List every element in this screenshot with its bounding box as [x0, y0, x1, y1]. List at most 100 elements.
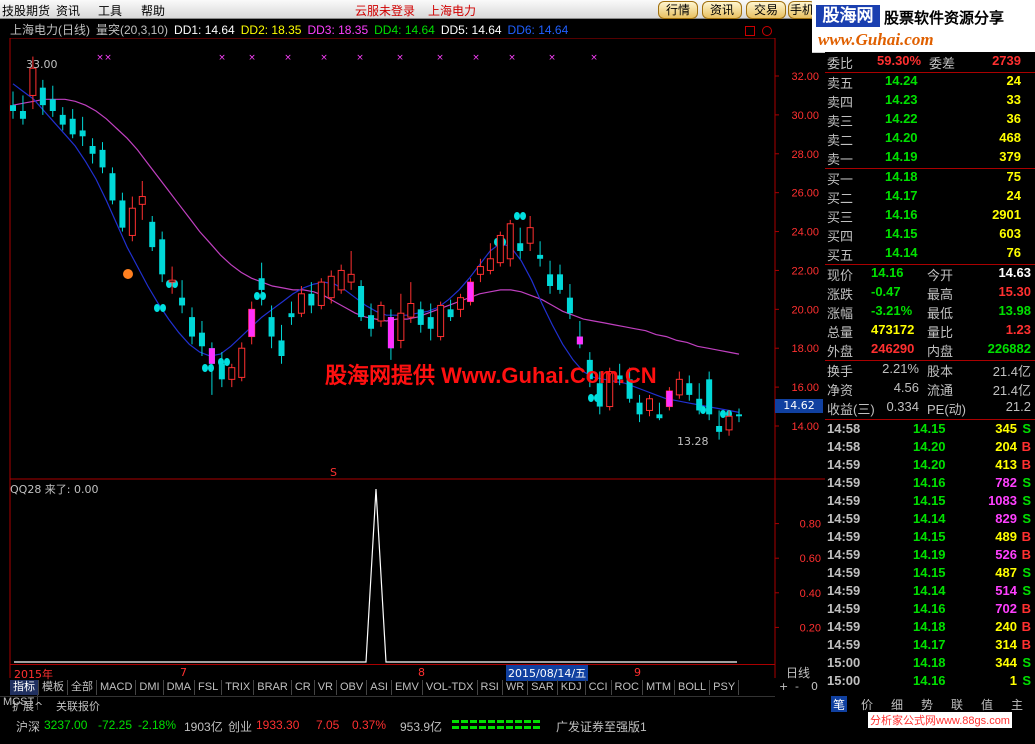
- indicator-tab-22[interactable]: BOLL: [675, 680, 711, 695]
- indicator-tab-4[interactable]: DMI: [136, 680, 164, 695]
- menu-item-help[interactable]: 帮助: [141, 2, 165, 19]
- fundamental-label-2: 流通: [927, 383, 954, 398]
- indicator-tab-11[interactable]: OBV: [337, 680, 368, 695]
- zoom-out-button[interactable]: -: [795, 680, 799, 693]
- indicator-tab-2[interactable]: 全部: [68, 680, 97, 695]
- stat-label: 总量: [827, 325, 854, 340]
- quote-tab-4[interactable]: 联: [951, 696, 963, 713]
- butterfly-wing: [588, 394, 594, 402]
- sell-row-3[interactable]: 卖三 14.22 36: [825, 111, 1033, 130]
- buy-row-1[interactable]: 买一 14.18 75: [825, 169, 1033, 188]
- divider: [825, 419, 1035, 420]
- zoom-reset-button[interactable]: 0: [811, 680, 818, 693]
- fundamental-row: 换手 2.21% 股本 21.4亿: [825, 361, 1033, 380]
- sh-index-label[interactable]: 沪深: [16, 718, 40, 735]
- indicator-tab-12[interactable]: ASI: [367, 680, 392, 695]
- tick-side: B: [1021, 529, 1031, 544]
- stat-label-2: 今开: [927, 268, 954, 283]
- news-button[interactable]: 资讯: [702, 1, 742, 19]
- sell-row-1[interactable]: 卖一 14.19 379: [825, 149, 1033, 168]
- indicator-tab-17[interactable]: SAR: [528, 680, 558, 695]
- signal-marker: ×: [104, 53, 112, 63]
- quote-tab-6[interactable]: 主: [1011, 696, 1023, 713]
- buy-row-3[interactable]: 买三 14.16 2901: [825, 207, 1033, 226]
- quote-tab-2[interactable]: 细: [891, 696, 903, 713]
- stat-label: 外盘: [827, 344, 854, 359]
- indicator-tab-19[interactable]: CCI: [586, 680, 612, 695]
- candle-body-up: [397, 312, 405, 341]
- quote-tab-0[interactable]: 笔: [831, 696, 848, 713]
- stat-value: 473172: [871, 322, 915, 337]
- indicator-tab-16[interactable]: WR: [503, 680, 529, 695]
- tick-time: 15:00: [827, 673, 861, 688]
- buy-row-5[interactable]: 买五 14.14 76: [825, 245, 1033, 264]
- sell-row-2[interactable]: 卖二 14.20 468: [825, 130, 1033, 149]
- indicator-tab-7[interactable]: TRIX: [222, 680, 255, 695]
- buy-row-2[interactable]: 买二 14.17 24: [825, 188, 1033, 207]
- chart-settings-icon[interactable]: [745, 26, 755, 36]
- tick-row: 14:59 14.15 487 S: [825, 565, 1033, 583]
- sell-label: 卖一: [827, 152, 854, 167]
- tick-price: 14.16: [913, 475, 946, 490]
- tick-volume: 702: [995, 601, 1017, 616]
- menu-item-tools[interactable]: 工具: [98, 2, 122, 19]
- sell-row-4[interactable]: 卖四 14.23 33: [825, 92, 1033, 111]
- indicator-tab-9[interactable]: CR: [292, 680, 315, 695]
- sub-tick-label: 0.20: [800, 622, 821, 634]
- date-axis: 2015年 7 8 2015/08/14/五 9: [10, 664, 775, 681]
- buy-row-4[interactable]: 买四 14.15 603: [825, 226, 1033, 245]
- price-tick-label: 32.00: [791, 71, 819, 83]
- tick-side: S: [1022, 493, 1031, 508]
- trade-button[interactable]: 交易: [746, 1, 786, 19]
- sell-label: 卖三: [827, 114, 854, 129]
- indicator-tab-8[interactable]: BRAR: [254, 680, 292, 695]
- tick-volume: 829: [995, 511, 1017, 526]
- site-logo: 股海网 股票软件资源分享 www.Guhai.com: [812, 0, 1035, 53]
- tick-volume: 514: [995, 583, 1017, 598]
- quote-button[interactable]: 行情: [658, 1, 698, 19]
- sell-label: 卖二: [827, 133, 854, 148]
- tick-price: 14.17: [913, 637, 946, 652]
- indicator-tab-14[interactable]: VOL-TDX: [423, 680, 478, 695]
- candle-body-down: [517, 243, 524, 251]
- signal-marker: ×: [248, 53, 256, 63]
- indicator-tab-0[interactable]: 指标: [10, 680, 39, 695]
- indicator-tab-1[interactable]: 模板: [39, 680, 68, 695]
- candle-body-up: [486, 258, 494, 271]
- menu-item-news[interactable]: 资讯: [56, 2, 80, 19]
- indicator-tab-13[interactable]: EMV: [392, 680, 423, 695]
- chart-info-icon[interactable]: [762, 26, 772, 36]
- quote-tab-5[interactable]: 值: [981, 696, 993, 713]
- indicator-tab-23[interactable]: PSY: [710, 680, 740, 695]
- indicator-tab-10[interactable]: VR: [315, 680, 337, 695]
- menu-item-market[interactable]: 技股期货: [2, 2, 50, 19]
- indicator-tab-18[interactable]: KDJ: [558, 680, 586, 695]
- tick-price: 14.18: [913, 655, 946, 670]
- price-tick-label: 26.00: [791, 188, 819, 200]
- indicator-tab-5[interactable]: DMA: [164, 680, 196, 695]
- indicator-tab-21[interactable]: MTM: [643, 680, 676, 695]
- quote-tab-3[interactable]: 势: [921, 696, 933, 713]
- status-bar: 沪深 3237.00 -72.25 -2.18% 1903亿 创业 1933.3…: [0, 712, 1035, 744]
- tick-price: 14.15: [913, 529, 946, 544]
- tick-side: S: [1022, 583, 1031, 598]
- cloud-login-status[interactable]: 云服未登录: [355, 2, 415, 19]
- indicator-tab-20[interactable]: ROC: [612, 680, 643, 695]
- tick-row: 14:58 14.20 204 B: [825, 439, 1033, 457]
- indicator-tab-3[interactable]: MACD: [97, 680, 137, 695]
- fundamental-value-2: 21.2: [1005, 399, 1031, 414]
- signal-marker: ×: [472, 53, 480, 63]
- indicator-tab-6[interactable]: FSL: [195, 680, 223, 695]
- sub-tick-label: 0.80: [800, 519, 821, 531]
- sub-tick-label: 0.60: [800, 553, 821, 565]
- buy-volume: 75: [1006, 169, 1021, 184]
- quote-tab-1[interactable]: 价: [861, 696, 873, 713]
- cy-index-label[interactable]: 创业: [228, 718, 252, 735]
- period-label[interactable]: 日线: [786, 664, 810, 681]
- fundamental-row: 收益(三) 0.334 PE(动) 21.2: [825, 399, 1033, 418]
- sell-row-5[interactable]: 卖五 14.24 24: [825, 73, 1033, 92]
- indicator-tab-15[interactable]: RSI: [478, 680, 503, 695]
- tick-row: 14:59 14.18 240 B: [825, 619, 1033, 637]
- zoom-in-button[interactable]: +: [779, 680, 788, 693]
- price-tick-label: 16.00: [791, 382, 819, 394]
